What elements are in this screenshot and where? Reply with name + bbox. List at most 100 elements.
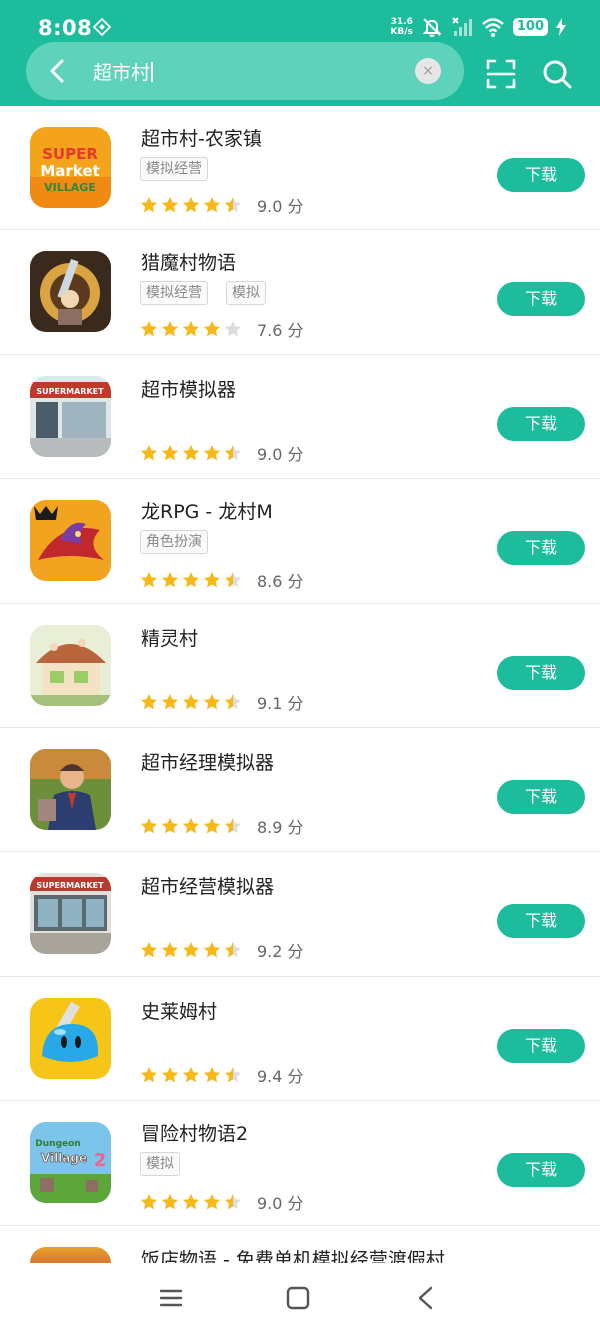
- star-full-icon: [141, 817, 157, 834]
- list-item[interactable]: 猎魔村物语 模拟经营 模拟 7.6 分 下载: [0, 230, 600, 355]
- menu-icon[interactable]: [156, 1283, 186, 1313]
- app-name[interactable]: 史莱姆村: [141, 997, 217, 1024]
- list-item[interactable]: 超市经理模拟器 8.9 分 下载: [0, 728, 600, 853]
- app-name[interactable]: 冒险村物语2: [141, 1119, 248, 1146]
- search-icon[interactable]: [540, 57, 574, 91]
- download-button[interactable]: 下载: [497, 282, 585, 317]
- star-full-icon: [204, 693, 220, 709]
- app-icon-supermarket-simulator[interactable]: SUPERMARKET: [30, 375, 111, 457]
- star-full-icon: [183, 942, 199, 958]
- home-square-icon[interactable]: [283, 1283, 313, 1313]
- download-button[interactable]: 下载: [497, 531, 585, 566]
- download-button[interactable]: 下载: [497, 655, 585, 690]
- app-name[interactable]: 饭店物语 - 免费单机模拟经营渡假村: [141, 1245, 445, 1263]
- system-nav-bar: [0, 1263, 600, 1333]
- star-full-icon: [183, 572, 199, 588]
- app-icon-dragon-village[interactable]: [30, 500, 111, 582]
- rating: 7.6 分: [140, 317, 304, 341]
- download-button[interactable]: 下载: [497, 904, 585, 939]
- star-full-icon: [204, 572, 220, 588]
- app-icon-supermarket-manager[interactable]: [30, 748, 111, 830]
- app-icon-dungeon-village-2[interactable]: Dungeon Village 2: [30, 1122, 111, 1204]
- star-full-icon: [183, 321, 199, 337]
- star-half-icon: [225, 572, 241, 588]
- svg-text:SUPERMARKET: SUPERMARKET: [36, 881, 104, 890]
- app-name[interactable]: 精灵村: [141, 624, 198, 651]
- list-item[interactable]: 精灵村 9.1 分 下载: [0, 604, 600, 728]
- rating: 9.4 分: [140, 1063, 304, 1087]
- app-icon-monster-hunter-village[interactable]: [30, 251, 111, 333]
- download-button[interactable]: 下载: [497, 1028, 585, 1063]
- star-full-icon: [162, 942, 178, 958]
- nfc-diamond-icon: [92, 17, 112, 37]
- star-half-icon: [225, 444, 241, 461]
- star-half-icon: [225, 693, 241, 709]
- star-full-icon: [183, 197, 199, 213]
- list-item[interactable]: SUPER Market VILLAGE 超市村-农家镇 模拟经营 9.0 分 …: [0, 106, 600, 231]
- svg-text:Dungeon: Dungeon: [35, 1139, 80, 1149]
- star-full-icon: [162, 197, 178, 213]
- svg-text:2: 2: [94, 1150, 107, 1171]
- net-speed: 31.6 KB/s: [390, 17, 412, 37]
- list-item-partial[interactable]: 饭店物语 - 免费单机模拟经营渡假村: [0, 1227, 600, 1263]
- list-item[interactable]: 史莱姆村 9.4 分 下载: [0, 977, 600, 1102]
- app-icon-supermarket-business-simulator[interactable]: SUPERMARKET: [30, 873, 111, 955]
- text-caret: [151, 62, 153, 82]
- star-full-icon: [162, 693, 178, 709]
- category-tag: 模拟: [226, 281, 266, 306]
- svg-text:SUPER: SUPER: [42, 145, 98, 163]
- star-full-icon: [162, 572, 178, 588]
- star-half-icon: [225, 1066, 241, 1083]
- list-item[interactable]: 龙RPG - 龙村M 角色扮演 8.6 分 下载: [0, 479, 600, 604]
- star-half-icon: [225, 1194, 241, 1210]
- download-button[interactable]: 下载: [497, 779, 585, 814]
- download-button[interactable]: 下载: [497, 158, 585, 192]
- app-icon-elf-village[interactable]: [30, 624, 111, 706]
- tag-list: 模拟: [140, 1152, 180, 1177]
- app-name[interactable]: 超市模拟器: [141, 375, 236, 402]
- back-triangle-icon[interactable]: [411, 1283, 441, 1313]
- rating: 8.6 分: [140, 568, 304, 592]
- list-item[interactable]: SUPERMARKET 超市模拟器 9.0 分 下载: [0, 355, 600, 480]
- app-icon-slime-village[interactable]: [30, 997, 111, 1079]
- star-full-icon: [162, 444, 178, 461]
- category-tag: 模拟经营: [140, 157, 208, 181]
- clear-search-button[interactable]: ×: [415, 58, 441, 84]
- star-full-icon: [204, 444, 220, 461]
- app-name[interactable]: 超市经理模拟器: [141, 748, 274, 775]
- star-half-icon: [225, 817, 241, 834]
- app-name[interactable]: 龙RPG - 龙村M: [141, 497, 273, 524]
- category-tag: 模拟经营: [140, 281, 208, 306]
- app-icon-supermarket-village[interactable]: SUPER Market VILLAGE: [30, 127, 111, 208]
- star-full-icon: [141, 1066, 157, 1083]
- app-icon-restaurant-story[interactable]: [30, 1247, 111, 1263]
- scan-icon[interactable]: [484, 57, 518, 91]
- net-speed-unit: KB/s: [390, 27, 413, 37]
- app-name[interactable]: 猎魔村物语: [141, 248, 236, 275]
- score-text: 7.6 分: [257, 321, 304, 341]
- star-half-icon: [225, 197, 241, 213]
- battery-level: 100: [512, 18, 548, 36]
- back-arrow-icon[interactable]: [42, 55, 74, 87]
- star-full-icon: [162, 1066, 178, 1083]
- download-button[interactable]: 下载: [497, 406, 585, 441]
- star-full-icon: [162, 1194, 178, 1210]
- rating: 9.0 分: [140, 1190, 304, 1214]
- category-tag: 模拟: [140, 1152, 180, 1177]
- svg-text:SUPERMARKET: SUPERMARKET: [36, 387, 104, 396]
- search-bar[interactable]: 超市村 ×: [26, 42, 464, 100]
- download-button[interactable]: 下载: [497, 1153, 585, 1188]
- rating: 9.0 分: [140, 193, 304, 217]
- score-text: 9.0 分: [257, 1194, 304, 1214]
- list-item[interactable]: SUPERMARKET 超市经营模拟器 9.2 分 下载: [0, 852, 600, 977]
- star-full-icon: [141, 197, 157, 213]
- app-name[interactable]: 超市经营模拟器: [141, 872, 274, 899]
- search-query: 超市村: [93, 62, 151, 84]
- star-full-icon: [141, 572, 157, 588]
- net-speed-value: 31.6: [390, 17, 413, 27]
- star-full-icon: [141, 321, 157, 337]
- app-name[interactable]: 超市村-农家镇: [141, 124, 262, 151]
- search-input[interactable]: 超市村: [93, 58, 153, 85]
- list-item[interactable]: Dungeon Village 2 冒险村物语2 模拟 9.0 分 下载: [0, 1101, 600, 1226]
- score-text: 9.0 分: [257, 444, 304, 464]
